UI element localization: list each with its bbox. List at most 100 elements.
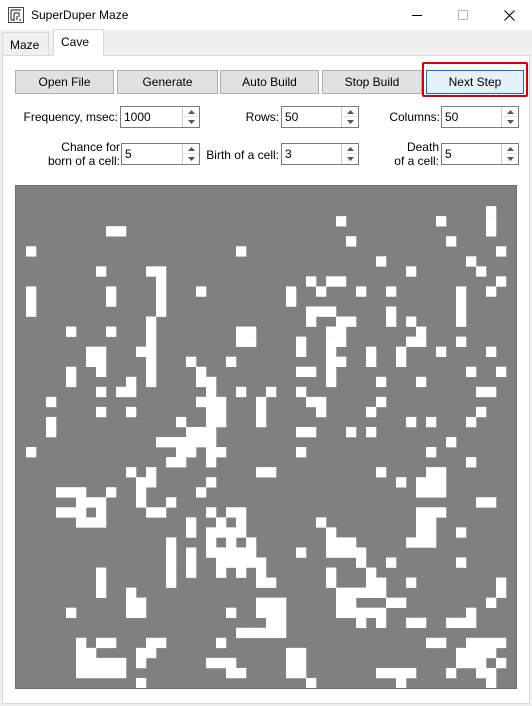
cave-cell: [146, 316, 157, 327]
cave-cell: [126, 376, 137, 388]
cave-cell: [436, 487, 447, 498]
cave-cell: [366, 577, 377, 588]
cave-cell: [436, 216, 447, 227]
open-file-button[interactable]: Open File: [15, 70, 114, 94]
cave-cell: [146, 266, 157, 277]
cave-cell: [276, 607, 287, 619]
cave-cell: [96, 266, 107, 277]
chevron-up-icon[interactable]: [342, 107, 358, 117]
cave-cell: [226, 547, 237, 558]
cave-cell: [26, 246, 37, 257]
cave-cell: [286, 657, 297, 669]
cave-cell: [166, 547, 177, 558]
chevron-down-icon[interactable]: [183, 154, 199, 164]
cave-cell: [416, 527, 427, 538]
cave-cell: [326, 346, 337, 357]
cave-cell: [476, 637, 487, 649]
cave-cell: [76, 517, 87, 528]
cave-cell: [166, 457, 177, 468]
cave-cell: [76, 487, 87, 498]
cave-cell: [256, 557, 267, 568]
cave-cell: [186, 517, 197, 528]
cave-cell: [256, 416, 267, 428]
cave-cell: [246, 336, 257, 347]
cave-cell: [306, 276, 317, 287]
cave-cell: [216, 406, 227, 418]
cave-cell: [426, 416, 437, 428]
cave-cell: [296, 366, 307, 378]
cave-cell: [496, 276, 507, 287]
cave-cell: [206, 426, 217, 438]
cave-cell: [356, 617, 367, 629]
chevron-up-icon[interactable]: [502, 144, 518, 154]
cave-cell: [376, 667, 387, 679]
title-bar[interactable]: SuperDuper Maze: [0, 0, 532, 30]
minimize-button[interactable]: [394, 0, 440, 30]
tab-maze[interactable]: Maze: [2, 32, 49, 56]
cave-cell: [206, 396, 217, 408]
cave-cell: [266, 607, 277, 619]
rows-spinbox[interactable]: 50: [281, 106, 359, 128]
birth-spinbox[interactable]: 3: [281, 143, 359, 165]
cave-cell: [276, 627, 287, 639]
columns-spinbox[interactable]: 50: [441, 106, 519, 128]
chance-label-line2: born of a cell:: [47, 154, 120, 168]
cave-cell: [266, 597, 277, 608]
cave-cell: [226, 557, 237, 568]
cave-cell: [116, 667, 127, 679]
cave-cell: [256, 467, 267, 478]
cave-cell: [336, 276, 347, 287]
generate-button[interactable]: Generate: [117, 70, 218, 94]
maze-icon: [8, 7, 24, 23]
cave-cell: [466, 617, 477, 629]
cave-cell: [306, 316, 317, 327]
chevron-down-icon[interactable]: [502, 117, 518, 127]
cave-cell: [186, 527, 197, 538]
cave-cell: [96, 667, 107, 679]
cave-cell: [346, 597, 357, 608]
cave-cell: [206, 386, 217, 398]
chevron-down-icon[interactable]: [342, 154, 358, 164]
cave-cell: [426, 517, 437, 528]
close-button[interactable]: [486, 0, 532, 30]
tab-cave[interactable]: Cave: [53, 29, 104, 56]
cave-cell: [366, 406, 377, 418]
cave-cell: [346, 587, 357, 598]
cave-cell: [156, 266, 167, 277]
chevron-up-icon[interactable]: [502, 107, 518, 117]
chance-spinbox[interactable]: 5: [121, 143, 200, 165]
cave-cell: [96, 577, 107, 588]
death-spinbox[interactable]: 5: [441, 143, 519, 165]
cave-cell: [206, 507, 217, 518]
chevron-up-icon[interactable]: [342, 144, 358, 154]
cave-cell: [476, 657, 487, 669]
cave-cell: [216, 557, 227, 568]
cave-cell: [476, 497, 487, 508]
chevron-down-icon[interactable]: [183, 117, 199, 127]
chance-value: 5: [125, 147, 132, 161]
cave-cell: [486, 286, 497, 297]
cave-cell: [126, 607, 137, 619]
chevron-down-icon[interactable]: [502, 154, 518, 164]
cave-cell: [156, 637, 167, 649]
chevron-down-icon[interactable]: [342, 117, 358, 127]
cave-cell: [426, 507, 437, 518]
cave-cell: [296, 667, 307, 679]
cave-cell: [446, 236, 457, 247]
auto-build-button[interactable]: Auto Build: [220, 70, 319, 94]
stop-build-button[interactable]: Stop Build: [322, 70, 422, 94]
cave-cell: [136, 497, 147, 508]
cave-cell: [236, 517, 247, 528]
cave-cell: [466, 657, 477, 669]
cave-cell: [436, 346, 447, 357]
chevron-up-icon[interactable]: [183, 107, 199, 117]
cave-canvas[interactable]: [15, 185, 517, 689]
chevron-up-icon[interactable]: [183, 144, 199, 154]
cave-cell: [386, 316, 397, 327]
cave-cell: [256, 406, 267, 418]
chance-label: Chance for born of a cell:: [20, 140, 120, 168]
cave-cell: [366, 346, 377, 357]
cave-cell: [156, 306, 167, 317]
frequency-spinbox[interactable]: 1000: [120, 106, 200, 128]
cave-cell: [456, 336, 467, 347]
